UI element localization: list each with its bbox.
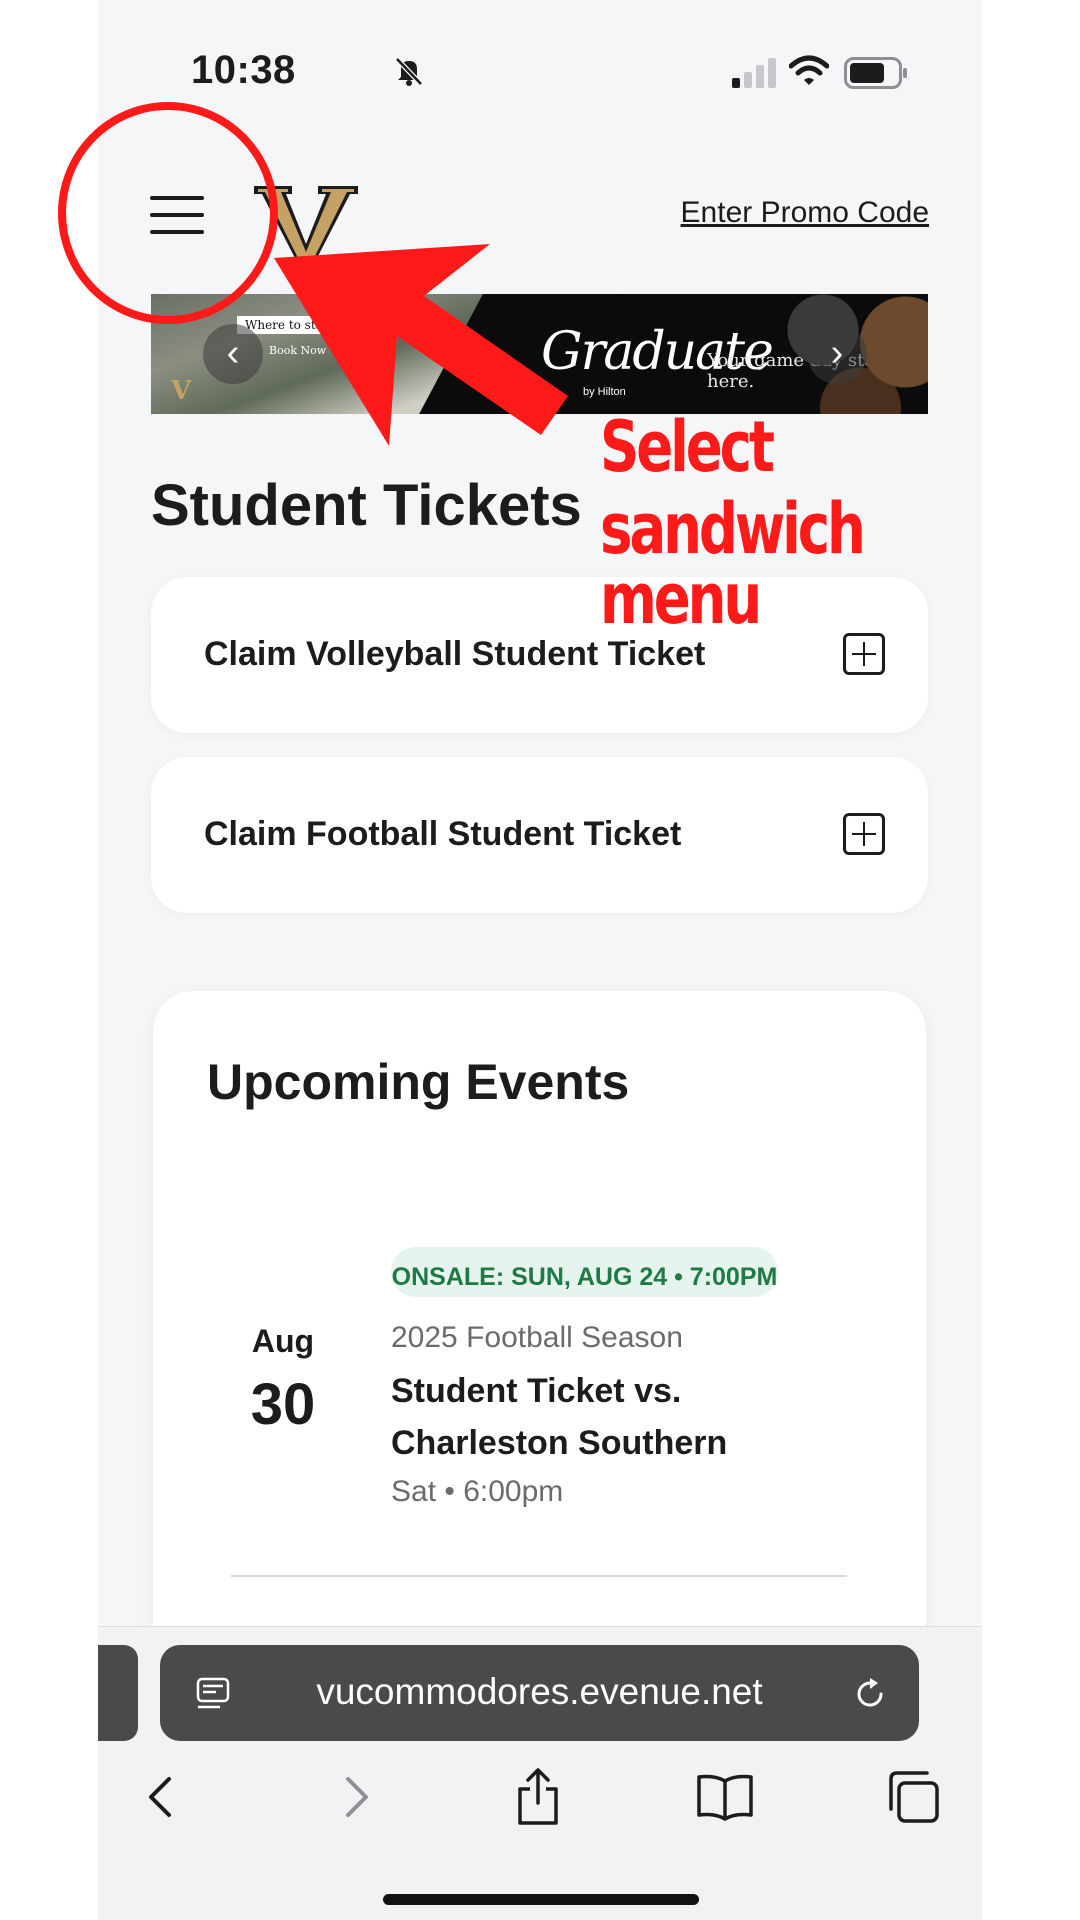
event-name-link[interactable]: Student Ticket vs. Charleston Southern <box>391 1365 791 1469</box>
status-time: 10:38 <box>191 48 296 92</box>
vanderbilt-v-logo[interactable] <box>254 182 358 262</box>
phone-screen: 10:38 Enter Promo Code Where to stay Boo… <box>98 0 982 1920</box>
bookmarks-icon[interactable] <box>695 1767 755 1827</box>
carousel-next-button[interactable]: › <box>807 324 867 384</box>
battery-icon <box>844 57 907 89</box>
onsale-badge-text: ONSALE: SUN, AUG 24 • 7:00PM <box>391 1263 778 1291</box>
ticket-label: Claim Volleyball Student Ticket <box>204 635 706 673</box>
expand-plus-icon[interactable] <box>843 813 885 855</box>
section-title: Student Tickets <box>151 473 582 538</box>
wifi-icon <box>789 55 829 85</box>
back-icon[interactable] <box>133 1767 193 1827</box>
browser-chrome: vucommodores.evenue.net <box>98 1626 982 1920</box>
ticket-label: Claim Football Student Ticket <box>204 815 682 853</box>
banner-brand-sub: by Hilton <box>583 386 626 398</box>
divider <box>231 1575 847 1577</box>
event-season: 2025 Football Season <box>391 1321 683 1354</box>
share-icon[interactable] <box>508 1767 568 1827</box>
carousel-prev-button[interactable]: ‹ <box>203 324 263 384</box>
home-indicator <box>383 1894 699 1905</box>
promo-banner[interactable]: Where to stay Book Now V Graduate by Hil… <box>151 294 928 414</box>
address-bar[interactable]: vucommodores.evenue.net <box>160 1645 919 1741</box>
enter-promo-code-link[interactable]: Enter Promo Code <box>681 196 929 230</box>
url-text: vucommodores.evenue.net <box>316 1671 763 1712</box>
hamburger-menu-icon[interactable] <box>150 196 204 236</box>
annotation-text-line2: sandwich menu <box>600 488 866 640</box>
bell-slash-icon <box>395 57 423 86</box>
previous-tab-stub[interactable] <box>98 1645 138 1741</box>
event-day: 30 <box>250 1372 316 1437</box>
football-ticket-accordion[interactable]: Claim Football Student Ticket <box>151 757 928 913</box>
event-month: Aug <box>251 1323 315 1359</box>
banner-v-logo: V <box>171 376 192 406</box>
signal-icon <box>732 58 776 88</box>
reload-icon[interactable] <box>851 1675 889 1713</box>
events-title: Upcoming Events <box>207 1054 630 1110</box>
tabs-icon[interactable] <box>883 1767 943 1827</box>
event-time: Sat • 6:00pm <box>391 1475 564 1508</box>
forward-icon[interactable] <box>324 1767 384 1827</box>
annotation-text-line1: Select <box>600 406 775 488</box>
banner-book-text: Book Now <box>269 344 327 357</box>
expand-plus-icon[interactable] <box>843 633 885 675</box>
